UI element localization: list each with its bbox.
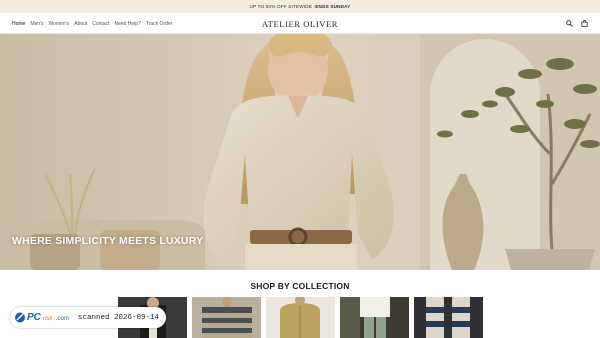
section-title: SHOP BY COLLECTION (250, 281, 350, 291)
collection-thumb-4[interactable] (340, 297, 409, 338)
announcement-bar: UP TO 50% OFF SITEWIDE - ENDS SUNDAY (0, 0, 600, 13)
bag-icon[interactable] (581, 20, 588, 27)
pcrisk-watermark: PC risk .com scanned 2026-09-14 (10, 307, 166, 328)
nav-need-help[interactable]: Need Help? (114, 21, 140, 27)
collection-thumb-5[interactable] (414, 297, 483, 338)
site-header: Home Men's Women's About Contact Need He… (0, 13, 600, 34)
svg-text:.com: .com (56, 316, 69, 322)
nav-contact[interactable]: Contact (92, 21, 109, 27)
svg-text:risk: risk (43, 316, 53, 322)
nav-track-order[interactable]: Track Order (146, 21, 172, 27)
announcement-highlight: ENDS SUNDAY (315, 4, 351, 9)
main-nav: Home Men's Women's About Contact Need He… (12, 13, 172, 34)
hero-title: WHERE SIMPLICITY MEETS LUXURY (12, 235, 204, 247)
collection-thumbnails (118, 297, 483, 338)
pcrisk-logo: PC risk .com (10, 307, 78, 328)
nav-about[interactable]: About (74, 21, 87, 27)
announcement-text: UP TO 50% OFF SITEWIDE - (249, 4, 316, 9)
hero-banner[interactable]: WHERE SIMPLICITY MEETS LUXURY (0, 34, 600, 270)
collection-thumb-2[interactable] (192, 297, 261, 338)
nav-mens[interactable]: Men's (30, 21, 43, 27)
nav-home[interactable]: Home (12, 21, 25, 27)
nav-womens[interactable]: Women's (49, 21, 70, 27)
collection-thumb-3[interactable] (266, 297, 335, 338)
header-icons (566, 13, 588, 34)
search-icon[interactable] (566, 20, 573, 27)
svg-text:PC: PC (27, 312, 42, 323)
scan-stamp: scanned 2026-09-14 (78, 313, 160, 322)
brand-logo[interactable]: ATELIER OLIVER (250, 13, 350, 34)
